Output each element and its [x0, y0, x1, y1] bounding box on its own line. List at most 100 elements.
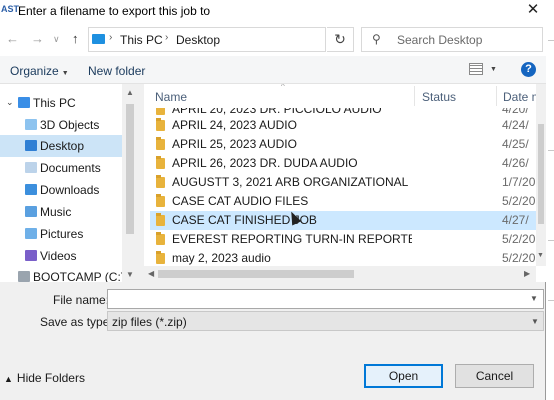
- save-dialog: AST Enter a filename to export this job …: [0, 0, 546, 400]
- column-header-status[interactable]: Status: [422, 90, 456, 104]
- folder-icon: [156, 175, 165, 188]
- expand-chevron-icon[interactable]: ⌄: [6, 97, 14, 108]
- folder-icon: [156, 118, 165, 131]
- file-name: may 2, 2023 audio: [172, 251, 271, 265]
- column-divider[interactable]: [496, 86, 497, 106]
- desktop-icon: [25, 140, 37, 151]
- file-name-label: File name:: [53, 293, 110, 307]
- file-date: 4/25/: [502, 137, 529, 151]
- column-header-name[interactable]: Name: [155, 90, 187, 104]
- chevron-down-icon[interactable]: ▼: [490, 66, 497, 73]
- background-line: [548, 150, 554, 151]
- scrollbar-thumb[interactable]: [158, 270, 354, 278]
- help-icon[interactable]: ?: [521, 62, 536, 77]
- save-as-type-label: Save as type:: [40, 315, 113, 329]
- navigation-pane-scrollbar[interactable]: ▲ ▼: [122, 84, 138, 282]
- file-row[interactable]: EVEREST REPORTING TURN-IN REPORTER WOR..…: [150, 230, 536, 249]
- scroll-down-icon[interactable]: ▼: [126, 270, 134, 279]
- folder-icon: [156, 251, 165, 264]
- search-input[interactable]: Search Desktop: [397, 33, 482, 47]
- close-icon[interactable]: ✕: [520, 0, 546, 20]
- file-row-selected[interactable]: CASE CAT FINISHED JOB 4/27/: [150, 211, 536, 230]
- file-row[interactable]: APRIL 25, 2023 AUDIO 4/25/: [150, 135, 536, 154]
- caret-up-icon: ▲: [4, 374, 13, 384]
- file-row[interactable]: APRIL 24, 2023 AUDIO 4/24/: [150, 116, 536, 135]
- scrollbar-thumb[interactable]: [126, 104, 134, 234]
- pictures-icon: [25, 228, 37, 239]
- file-name: APRIL 20, 2023 DR. PICCIOLO AUDIO: [172, 108, 382, 116]
- address-bar[interactable]: › This PC › Desktop ▼: [88, 27, 397, 52]
- sidebar-item-bootcamp[interactable]: BOOTCAMP (C:): [0, 266, 125, 282]
- sidebar-item-label: Videos: [40, 249, 77, 263]
- folder-icon: [156, 213, 165, 226]
- title-bar: AST Enter a filename to export this job …: [0, 0, 546, 22]
- sidebar-item-videos[interactable]: Videos: [0, 245, 122, 267]
- drive-icon: [18, 271, 30, 282]
- file-name: AUGUSTT 3, 2021 ARB ORGANIZATIONAL MEET.…: [172, 175, 412, 189]
- sidebar-item-music[interactable]: Music: [0, 201, 122, 223]
- sidebar-item-label: Downloads: [40, 183, 100, 197]
- file-date: 4/26/: [502, 156, 529, 170]
- breadcrumb-desktop[interactable]: Desktop: [176, 33, 220, 47]
- file-date: 5/2/20: [502, 232, 536, 246]
- sidebar-item-this-pc[interactable]: ⌄ This PC: [0, 92, 122, 114]
- hide-folders-button[interactable]: ▲ Hide Folders: [4, 371, 85, 385]
- breadcrumb-this-pc[interactable]: This PC: [120, 33, 163, 47]
- refresh-icon: ↻: [334, 31, 346, 47]
- documents-icon: [25, 162, 37, 173]
- sidebar-item-pictures[interactable]: Pictures: [0, 223, 122, 245]
- refresh-button[interactable]: ↻: [327, 27, 354, 52]
- open-button[interactable]: Open: [364, 364, 443, 388]
- file-list-horizontal-scrollbar[interactable]: ◀ ▶: [144, 266, 536, 282]
- file-date: 4/20/: [502, 108, 529, 116]
- new-folder-button[interactable]: New folder: [88, 64, 145, 78]
- sidebar-item-downloads[interactable]: Downloads: [0, 179, 122, 201]
- file-row[interactable]: AUGUSTT 3, 2021 ARB ORGANIZATIONAL MEET.…: [150, 173, 536, 192]
- 3d-objects-icon: [25, 119, 37, 130]
- save-as-type-select[interactable]: zip files (*.zip) ▼: [107, 311, 544, 331]
- file-list-vertical-scrollbar[interactable]: ▼: [536, 84, 546, 266]
- chevron-right-icon: ›: [165, 32, 169, 43]
- column-divider[interactable]: [414, 86, 415, 106]
- file-row[interactable]: APRIL 26, 2023 DR. DUDA AUDIO 4/26/: [150, 154, 536, 173]
- navigation-pane: ⌄ This PC 3D Objects Desktop Documents D…: [0, 84, 138, 282]
- recent-locations-chevron-icon[interactable]: ∨: [53, 34, 60, 45]
- this-pc-icon: [92, 34, 105, 44]
- folder-icon: [156, 194, 165, 207]
- back-arrow-icon[interactable]: ←: [6, 31, 19, 46]
- cancel-button[interactable]: Cancel: [455, 364, 534, 388]
- sidebar-item-3d-objects[interactable]: 3D Objects: [0, 114, 122, 136]
- sidebar-item-label: Documents: [40, 161, 101, 175]
- sidebar-item-label: Pictures: [40, 227, 84, 241]
- folder-icon: [156, 108, 165, 115]
- background-line: [548, 40, 554, 41]
- organize-button[interactable]: Organize ▼: [10, 64, 69, 78]
- save-as-type-value: zip files (*.zip): [112, 315, 187, 329]
- background-line: [548, 300, 554, 301]
- forward-arrow-icon[interactable]: →: [31, 31, 44, 46]
- chevron-down-icon[interactable]: ▼: [530, 294, 538, 303]
- up-arrow-icon[interactable]: ↑: [72, 31, 79, 46]
- chevron-right-icon: ›: [109, 32, 113, 43]
- search-box[interactable]: ⚲ Search Desktop: [361, 27, 543, 52]
- folder-icon: [156, 232, 165, 245]
- app-icon: AST: [1, 4, 19, 14]
- background-window-edge: [546, 0, 554, 400]
- file-name: EVEREST REPORTING TURN-IN REPORTER WOR..…: [172, 232, 412, 246]
- view-options-icon[interactable]: [469, 63, 483, 75]
- scroll-left-icon[interactable]: ◀: [148, 269, 154, 278]
- file-row[interactable]: CASE CAT AUDIO FILES 5/2/20: [150, 192, 536, 211]
- sidebar-item-desktop[interactable]: Desktop: [0, 135, 122, 157]
- file-name-input[interactable]: [107, 289, 544, 309]
- videos-icon: [25, 250, 37, 261]
- file-date: 4/24/: [502, 118, 529, 132]
- scroll-up-icon[interactable]: ▲: [126, 88, 134, 97]
- scroll-right-icon[interactable]: ▶: [524, 269, 530, 278]
- scroll-down-icon[interactable]: ▼: [537, 252, 544, 259]
- scrollbar-thumb[interactable]: [538, 124, 544, 224]
- music-icon: [25, 206, 37, 217]
- search-icon: ⚲: [372, 32, 381, 46]
- dialog-title: Enter a filename to export this job to: [18, 4, 211, 18]
- folder-icon: [156, 137, 165, 150]
- sidebar-item-documents[interactable]: Documents: [0, 157, 122, 179]
